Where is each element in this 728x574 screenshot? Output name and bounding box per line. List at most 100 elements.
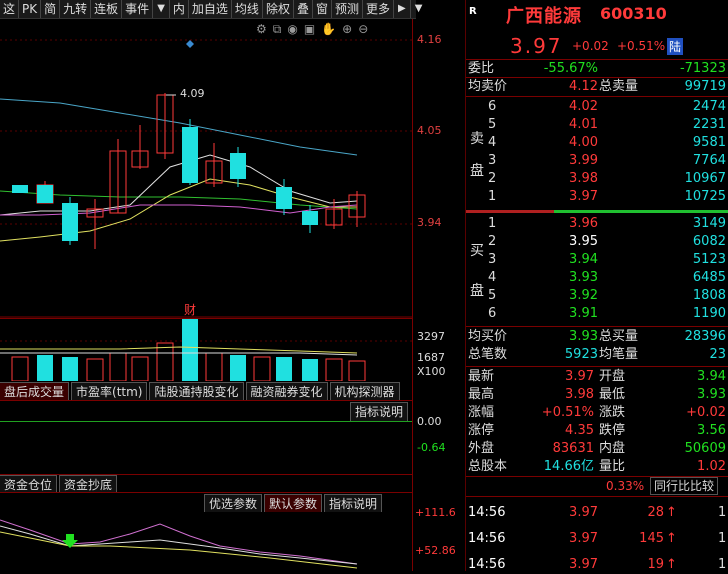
toolbar-item-window[interactable]: 窗: [313, 0, 332, 18]
toolbar-item-event[interactable]: 事件: [122, 0, 154, 18]
avg-buy-value: 3.93: [569, 329, 598, 344]
buy-level[interactable]: 3 3.94 5123: [466, 251, 728, 269]
indicator-help-button-2[interactable]: 指标说明: [324, 494, 383, 512]
nav-dropdown-icon[interactable]: ▼: [411, 0, 427, 18]
bid-ask-bar-buy: [554, 210, 728, 213]
stat-row: 外盘 83631 内盘 50609: [468, 441, 726, 456]
volume-chart[interactable]: [0, 319, 412, 381]
sell-level[interactable]: 3 3.99 7764: [466, 152, 728, 170]
stat-row: 涨停 4.35 跌停 3.56: [468, 423, 726, 438]
default-params-button[interactable]: 默认参数: [264, 494, 323, 512]
tab-margin[interactable]: 融资融券变化: [245, 382, 328, 400]
industry-compare-button[interactable]: 同行比比较: [650, 477, 719, 495]
avg-buy-row: 均买价 3.93 总买量 28396: [466, 328, 728, 346]
buy-level[interactable]: 2 3.95 6082: [466, 233, 728, 251]
volume-bar: [109, 352, 127, 381]
buy-level[interactable]: 1 3.96 3149: [466, 215, 728, 233]
tab-pe-ttm[interactable]: 市盈率(ttm): [71, 382, 148, 400]
volume-unit-label: X100: [417, 365, 446, 378]
indicator-help-button[interactable]: 指标说明: [350, 402, 409, 422]
toolbar-item-more[interactable]: 更多: [363, 0, 395, 18]
eye-icon[interactable]: ◉: [287, 22, 297, 37]
volume-bar: [86, 358, 104, 381]
stock-name: 广西能源: [506, 6, 582, 27]
fund-indicator-chart[interactable]: [0, 512, 412, 571]
copy-icon[interactable]: ⧉: [273, 22, 282, 37]
buy-level[interactable]: 4 3.93 6485: [466, 269, 728, 287]
bid-ask-bar-sell: [466, 210, 554, 213]
tab-after-hours-volume[interactable]: 盘后成交量: [0, 382, 70, 400]
toolbar-item-simple[interactable]: 简: [41, 0, 61, 18]
candlestick-chart[interactable]: [0, 19, 412, 319]
price-axis-label: 4.16: [417, 33, 442, 46]
volume-bar: [131, 356, 149, 381]
price-axis-label: 4.05: [417, 124, 442, 137]
price-change-pct: +0.51%: [617, 39, 666, 53]
minus-icon[interactable]: ⊖: [358, 22, 368, 37]
avg-trade-label: 均笔量: [599, 347, 639, 362]
sell-level[interactable]: 2 3.98 10967: [466, 170, 728, 188]
stat-row: 总股本 14.66亿 量比 1.02: [468, 459, 726, 474]
play-arrow-icon[interactable]: ▶: [394, 0, 411, 18]
sell-level[interactable]: 5 4.01 2231: [466, 116, 728, 134]
param-buttons: 优选参数 默认参数 指标说明: [204, 494, 384, 512]
tab-hk-connect[interactable]: 陆股通持股变化: [149, 382, 244, 400]
tab-institution[interactable]: 机构探测器: [329, 382, 400, 400]
volume-bar: [348, 360, 366, 381]
toolbar-item-overlay[interactable]: 叠: [294, 0, 313, 18]
weibi-diff: -71323: [679, 61, 726, 76]
sell-level[interactable]: 4 4.00 9581: [466, 134, 728, 152]
stat-row: 涨幅 +0.51% 涨跌 +0.02: [468, 405, 726, 420]
sell-level[interactable]: 1 3.97 10725: [466, 188, 728, 206]
up-arrow-icon: ↑: [666, 531, 677, 546]
tick-row: 14:56 3.97 19 ↑ 1: [468, 557, 727, 572]
divider: [466, 326, 728, 327]
event-dropdown-icon[interactable]: ▼: [153, 0, 170, 18]
divider: [466, 96, 728, 97]
volume-bar: [302, 359, 318, 381]
toolbar-item-this[interactable]: 这: [0, 0, 20, 18]
buy-level[interactable]: 6 3.91 1190: [466, 305, 728, 323]
indicator-tabs: 盘后成交量 市盈率(ttm) 陆股通持股变化 融资融券变化 机构探测器: [0, 382, 412, 400]
sell-level[interactable]: 6 4.02 2474: [466, 98, 728, 116]
indicator-axis-label: +111.6: [415, 506, 456, 519]
avg-buy-label: 均买价: [468, 329, 508, 344]
total-buy-value: 28396: [684, 329, 726, 344]
cai-marker[interactable]: 财: [184, 301, 196, 318]
toolbar-item-pk[interactable]: PK: [19, 0, 42, 18]
hand-icon[interactable]: ✋: [321, 22, 336, 37]
buy-level[interactable]: 5 3.92 1808: [466, 287, 728, 305]
tab-fund-bottom[interactable]: 资金抄底: [59, 475, 118, 493]
gear-icon[interactable]: ⚙: [256, 22, 267, 37]
avg-sell-label: 均卖价: [468, 79, 508, 94]
margin-marker: R: [469, 6, 477, 17]
candle-down: [182, 127, 198, 183]
total-sell-label: 总卖量: [599, 79, 639, 94]
toolbar-item-forecast[interactable]: 预测: [332, 0, 363, 18]
toolbar-item-add-watchlist[interactable]: 加自选: [189, 0, 232, 18]
volume-bar: [182, 319, 198, 381]
zero-line: [0, 421, 412, 422]
stock-code: 600310: [600, 4, 667, 23]
chart-toolbar: 这 PK 简 九转 连板 事件 ▼ 内 加自选 均线 除权 叠 窗 预测 更多 …: [0, 0, 422, 19]
toolbar-item-nei[interactable]: 内: [170, 0, 189, 18]
optimal-params-button[interactable]: 优选参数: [204, 494, 263, 512]
toolbar-item-jiuzhuan[interactable]: 九转: [60, 0, 92, 18]
up-arrow-icon: ↑: [666, 505, 677, 520]
plus-icon[interactable]: ⊕: [342, 22, 352, 37]
divider: [466, 366, 728, 367]
event-diamond-icon: [186, 40, 194, 48]
tab-fund-position[interactable]: 资金仓位: [0, 475, 58, 493]
briefcase-icon[interactable]: ▣: [304, 22, 315, 37]
price-axis-label: 3.94: [417, 216, 442, 229]
toolbar-item-ma[interactable]: 均线: [232, 0, 263, 18]
indicator-axis-label: -0.64: [417, 441, 446, 454]
fund-tabs: 资金仓位 资金抄底: [0, 475, 119, 493]
tick-row: 14:56 3.97 145 ↑ 1: [468, 531, 727, 546]
volume-bar: [276, 357, 292, 381]
toolbar-item-lianban[interactable]: 连板: [91, 0, 123, 18]
toolbar-item-exright[interactable]: 除权: [263, 0, 294, 18]
volume-bar: [11, 356, 29, 381]
candle-down: [12, 185, 28, 193]
stat-row: 最高 3.98 最低 3.93: [468, 387, 726, 402]
